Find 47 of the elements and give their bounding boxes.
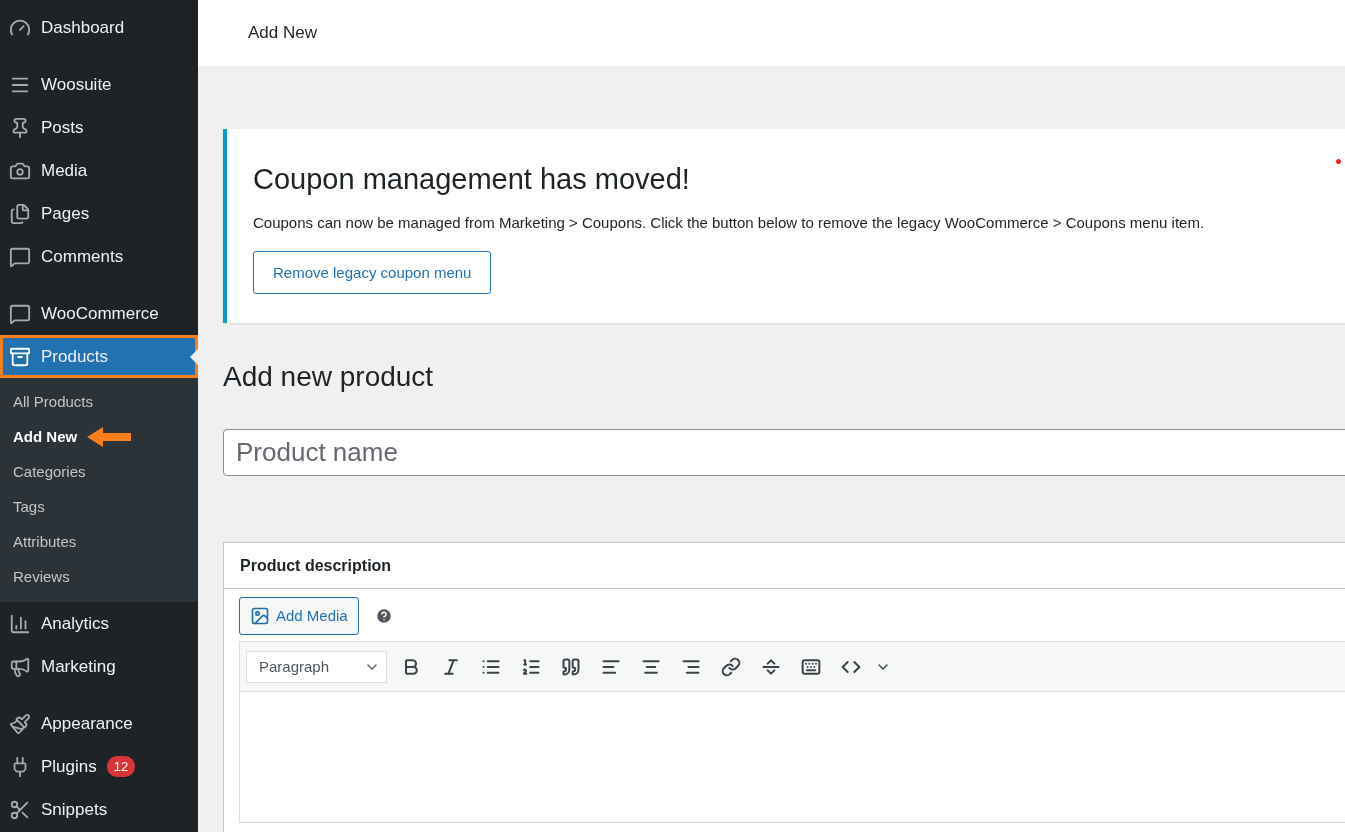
sidebar-item[interactable]: Pages (0, 192, 198, 235)
count-badge: 12 (106, 756, 136, 777)
keyboard-icon (801, 656, 821, 677)
format-select[interactable]: Paragraph (246, 650, 387, 683)
submenu-item[interactable]: Tags (0, 489, 198, 524)
sidebar-item[interactable]: Woosuite (0, 63, 198, 106)
submenu-item[interactable]: Add New (0, 419, 198, 454)
dot-icon (1336, 159, 1341, 164)
media-icon (250, 605, 270, 626)
sidebar-item[interactable]: Marketing (0, 645, 198, 688)
notice-title: Coupon management has moved! (253, 163, 690, 196)
help-icon[interactable] (374, 606, 393, 625)
add-media-button[interactable]: Add Media (239, 596, 359, 635)
submenu-item[interactable]: Categories (0, 454, 198, 489)
pointer-arrow-icon (87, 426, 132, 447)
sidebar-item[interactable]: Media (0, 149, 198, 192)
submenu-item[interactable]: All Products (0, 384, 198, 419)
sidebar-item[interactable]: Products (0, 335, 198, 378)
scissors-icon (9, 798, 31, 821)
speech-bubble-icon (9, 245, 31, 268)
sidebar-item[interactable]: WooCommerce (0, 292, 198, 335)
italic-icon (441, 656, 461, 677)
sidebar-item[interactable]: Plugins 12 (0, 745, 198, 788)
box-icon (9, 345, 31, 368)
sidebar-item[interactable]: Analytics (0, 602, 198, 645)
page-heading: Add New (248, 23, 317, 43)
remove-menu-button[interactable]: Remove legacy coupon menu (253, 251, 492, 294)
separator-icon (761, 656, 781, 677)
product-name-field[interactable]: Product name (223, 429, 1345, 476)
page-title: Add new product (223, 361, 435, 393)
panel-title: Product description (240, 556, 392, 575)
sidebar-item[interactable]: Dashboard (0, 6, 198, 49)
notice-text: Coupons can now be managed from Marketing > Coupons. Click the button below to remove the legacy WooCommerce > Coupons menu item. (253, 214, 1205, 231)
current-notch-icon (190, 349, 198, 365)
pages-icon (9, 202, 31, 225)
sidebar-item[interactable]: Comments (0, 235, 198, 278)
numbered-list-icon (521, 656, 541, 677)
sidebar-item[interactable]: Appearance (0, 702, 198, 745)
quote-icon (561, 656, 581, 677)
sidebar-item[interactable]: Posts (0, 106, 198, 149)
submenu-item[interactable]: Reviews (0, 559, 198, 594)
sidebar-item[interactable]: Snippets (0, 788, 198, 831)
megaphone-icon (9, 655, 31, 678)
paintbrush-icon (9, 712, 31, 735)
link-icon (721, 656, 741, 677)
bar-chart-icon (9, 612, 31, 635)
submenu-item[interactable]: Attributes (0, 524, 198, 559)
